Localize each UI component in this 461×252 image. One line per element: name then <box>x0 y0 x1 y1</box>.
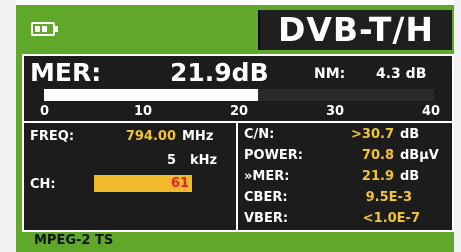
left-margin <box>0 0 16 252</box>
cber-value: 9.5E-3 <box>365 190 412 205</box>
mer-readout-label: »MER: <box>244 169 290 184</box>
step-unit: kHz <box>190 153 218 168</box>
stream-type-status: MPEG-2 TS <box>34 233 114 248</box>
frequency-unit: MHz <box>182 129 214 144</box>
power-unit: dBµV <box>400 148 439 163</box>
cn-label: C/N: <box>244 127 275 142</box>
frequency-label: FREQ: <box>30 129 75 144</box>
cber-label: CBER: <box>244 190 288 205</box>
noise-margin-value: 4.3 dB <box>376 66 427 82</box>
scale-tick: 0 <box>40 104 50 119</box>
right-margin <box>454 0 461 252</box>
vber-value: <1.0E-7 <box>362 211 420 226</box>
mer-value: 21.9dB <box>170 58 269 87</box>
tuning-panel: FREQ: 794.00 MHz 5 kHz CH: 61 <box>22 121 238 232</box>
channel-label: CH: <box>30 177 56 192</box>
cn-value: >30.7 <box>351 127 394 142</box>
mer-readout-unit: dB <box>400 169 420 184</box>
mer-bar-fill <box>44 89 258 101</box>
scale-tick: 20 <box>230 104 249 119</box>
step-value[interactable]: 5 <box>144 153 176 168</box>
mode-title: DVB-T/H <box>258 10 452 50</box>
measurements-panel: C/N: >30.7 dB POWER: 70.8 dBµV »MER: 21.… <box>236 121 454 232</box>
scale-tick: 30 <box>326 104 345 119</box>
mer-bar-track <box>44 89 434 101</box>
mer-label: MER: <box>30 58 102 87</box>
scale-tick: 40 <box>422 104 441 119</box>
scale-tick: 10 <box>134 104 153 119</box>
noise-margin-label: NM: <box>314 66 346 82</box>
battery-icon <box>31 22 58 36</box>
channel-field[interactable]: 61 <box>94 175 192 192</box>
vber-label: VBER: <box>244 211 289 226</box>
power-value: 70.8 <box>361 148 394 163</box>
frequency-value[interactable]: 794.00 <box>120 129 176 144</box>
cn-unit: dB <box>400 127 420 142</box>
mer-readout-value: 21.9 <box>361 169 394 184</box>
mer-panel: MER: 21.9dB NM: 4.3 dB 0 10 20 30 40 <box>22 54 454 124</box>
power-label: POWER: <box>244 148 304 163</box>
